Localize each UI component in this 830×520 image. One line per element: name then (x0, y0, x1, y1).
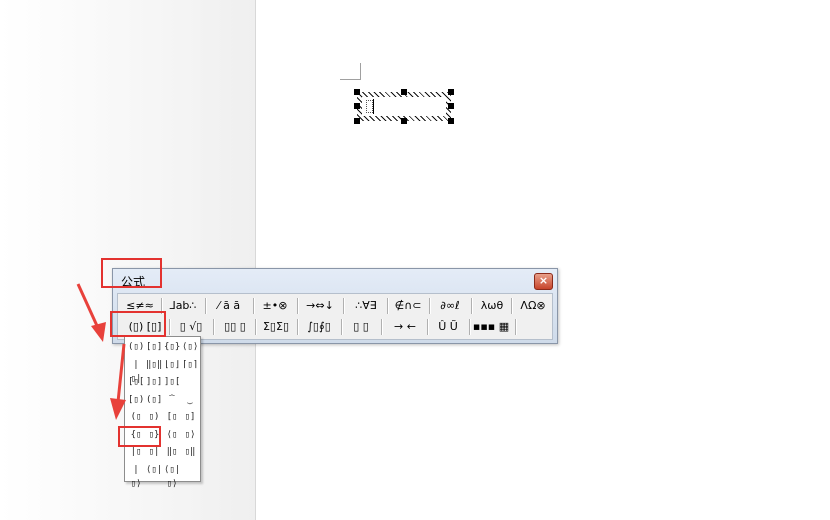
selection-handle-bl[interactable] (354, 118, 360, 124)
red-arrow-icon-1 (76, 283, 106, 342)
selection-handle-tl[interactable] (354, 89, 360, 95)
spaces-ellipses-button[interactable]: ⅃ab∴ (163, 296, 203, 315)
document-page[interactable] (255, 0, 830, 520)
fence-template-option[interactable]: ⟨▯⟩ (182, 340, 198, 354)
selection-handle-ml[interactable] (354, 103, 360, 109)
toolbar-separator (253, 298, 255, 314)
equation-object[interactable] (357, 92, 451, 121)
logical-symbols-button[interactable]: ∴∀∃ (345, 296, 387, 315)
fence-template-option[interactable]: ‖▯ (164, 445, 180, 459)
fence-template-option[interactable]: ⏟ (182, 393, 198, 407)
toolbar-separator (205, 298, 207, 314)
close-button[interactable]: × (534, 273, 553, 290)
subscript-superscript-templates-button[interactable]: ▯▯ ▯ (217, 317, 253, 336)
underbar-overbar-templates-button[interactable]: ▯ ▯ (343, 317, 379, 336)
text-cursor (373, 99, 374, 114)
fence-template-option[interactable]: ⟨▯ (164, 428, 180, 442)
fence-template-option[interactable]: ]▯[ (164, 375, 180, 389)
selection-handle-tr[interactable] (448, 89, 454, 95)
toolbar-separator (213, 319, 215, 335)
red-arrow-icon-2 (110, 343, 126, 420)
fence-template-option[interactable]: ⏞ (164, 393, 180, 407)
matrix-templates-button[interactable]: ▪▪▪ ▦ (471, 317, 511, 336)
fence-template-option[interactable]: [▯ (164, 410, 180, 424)
fence-templates-dropdown[interactable]: (▯) [▯] {▯} ⟨▯⟩ |▯| ‖▯‖ ⌊▯⌋ ⌈▯⌉ [▯[]▯]]▯[[▯) (▯] ⏞… (124, 336, 201, 489)
fence-template-option[interactable]: ⟨▯|▯⟩ (164, 463, 180, 489)
fence-template-option[interactable]: (▯] (146, 393, 162, 407)
fence-template-option[interactable]: |▯⟩ (128, 463, 144, 489)
toolbar-separator (297, 298, 299, 314)
equation-editing-area[interactable] (362, 97, 446, 116)
equation-placeholder-slot[interactable] (366, 100, 373, 113)
toolbar-separator (387, 298, 389, 314)
title-highlight (101, 258, 162, 288)
palette-toolbar: ≤≠≈ ⅃ab∴ ⁄ ā ā ±•⊗ →⇔↓ ∴∀∃ ∉∩⊂ ∂∞ℓ λωθ ΛΩ⊗ (▯) [▯… (117, 293, 553, 340)
fence-template-option[interactable]: ⟨▯| (146, 463, 162, 477)
fence-template-option[interactable]: ⌈▯⌉ (182, 358, 198, 372)
toolbar-separator (255, 319, 257, 335)
arrow-symbols-button[interactable]: →⇔↓ (299, 296, 341, 315)
selection-handle-tm[interactable] (401, 89, 407, 95)
template-cell-highlight (118, 426, 161, 447)
fence-template-option[interactable]: ▯⟩ (182, 428, 198, 442)
crop-mark-horizontal (340, 79, 360, 80)
products-set-theory-templates-button[interactable]: Û Ũ (429, 317, 467, 336)
fraction-radical-templates-button[interactable]: ▯ √▯ (173, 317, 209, 336)
toolbar-separator (297, 319, 299, 335)
operator-symbols-button[interactable]: ±•⊗ (255, 296, 295, 315)
toolbar-separator (471, 298, 473, 314)
integral-templates-button[interactable]: ∫▯∮▯ (299, 317, 339, 336)
fence-template-option[interactable]: ▯) (146, 410, 162, 424)
fence-template-option[interactable]: ]▯] (146, 375, 162, 389)
fence-template-option[interactable]: |▯ (128, 445, 144, 459)
fence-template-option[interactable]: ▯] (182, 410, 198, 424)
toolbar-separator (381, 319, 383, 335)
greek-uppercase-button[interactable]: ΛΩ⊗ (513, 296, 553, 315)
fence-template-option[interactable]: ▯‖ (182, 445, 198, 459)
misc-symbols-button[interactable]: ∂∞ℓ (431, 296, 469, 315)
equation-palette-window[interactable]: 公式 × ≤≠≈ ⅃ab∴ ⁄ ā ā ±•⊗ →⇔↓ ∴∀∃ ∉∩⊂ ∂∞ℓ λωθ ΛΩ⊗ (… (112, 268, 558, 344)
embellishments-button[interactable]: ⁄ ā ā (207, 296, 251, 315)
toolbar-separator (341, 319, 343, 335)
fence-button-highlight (110, 311, 166, 337)
toolbar-separator (429, 298, 431, 314)
fence-template-option[interactable]: {▯} (164, 340, 180, 354)
fence-template-option[interactable]: ⌊▯⌋ (164, 358, 180, 372)
toolbar-separator (169, 319, 171, 335)
toolbar-separator (515, 319, 517, 335)
selection-handle-br[interactable] (448, 118, 454, 124)
toolbar-separator (343, 298, 345, 314)
fence-template-option[interactable]: [▯] (146, 340, 162, 354)
fence-template-option[interactable]: ‖▯‖ (146, 358, 162, 372)
toolbar-separator (469, 319, 471, 335)
summation-templates-button[interactable]: Σ▯Σ▯ (257, 317, 295, 336)
crop-mark-vertical (360, 63, 361, 80)
selection-handle-mr[interactable] (448, 103, 454, 109)
selection-handle-bm[interactable] (401, 118, 407, 124)
toolbar-separator (511, 298, 513, 314)
greek-lowercase-button[interactable]: λωθ (473, 296, 511, 315)
fence-template-option[interactable]: ▯| (146, 445, 162, 459)
labeled-arrow-templates-button[interactable]: → ← (385, 317, 425, 336)
set-theory-symbols-button[interactable]: ∉∩⊂ (389, 296, 427, 315)
toolbar-separator (427, 319, 429, 335)
